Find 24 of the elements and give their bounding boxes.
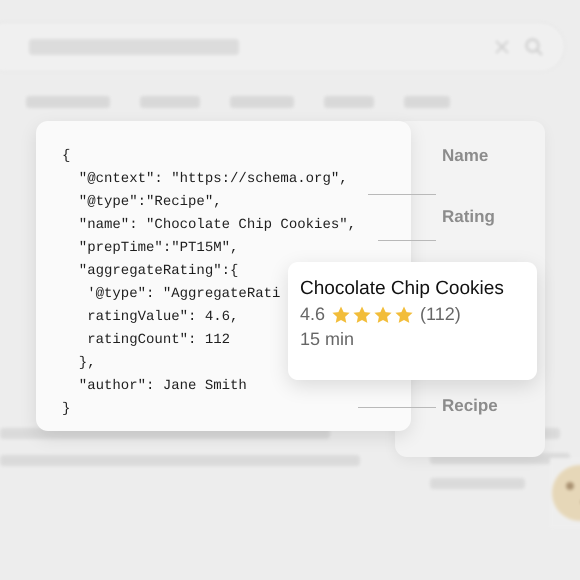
star-icon — [331, 304, 352, 324]
code-line: "prepTime":"PT15M", — [78, 239, 238, 258]
code-line: } — [62, 400, 70, 419]
code-line: { — [62, 147, 70, 166]
code-line: "author": Jane Smith — [78, 377, 247, 396]
result-title: Chocolate Chip Cookies — [300, 278, 505, 300]
star-icon — [352, 304, 372, 324]
annotation-label: Recipe — [442, 396, 498, 416]
rating-count: (112) — [420, 304, 461, 325]
code-line: '@type": "AggregateRati — [86, 285, 280, 304]
code-line: "@type":"Recipe", — [78, 193, 222, 212]
code-line: "name": "Chocolate Chip Cookies", — [78, 216, 356, 235]
close-icon[interactable] — [494, 39, 510, 55]
code-line: }, — [78, 354, 96, 373]
cook-time: 15 min — [300, 329, 356, 350]
code-line: ratingCount": 112 — [86, 331, 230, 350]
code-line: "aggregateRating":{ — [78, 262, 238, 281]
rating-value: 4.6 — [300, 304, 326, 325]
star-icon — [373, 304, 394, 324]
code-line: "@cntext": "https://schema.org", — [78, 170, 348, 189]
annotation-label: Rating — [442, 207, 495, 227]
star-icon — [394, 304, 414, 324]
code-line: ratingValue": 4.6, — [86, 308, 238, 327]
annotation-label: Name — [442, 146, 488, 166]
